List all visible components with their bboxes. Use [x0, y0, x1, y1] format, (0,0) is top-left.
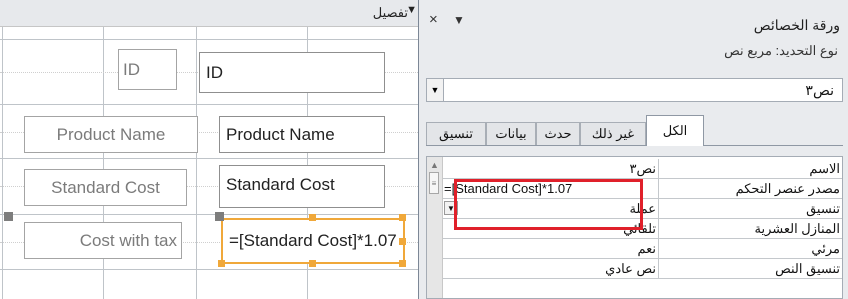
- id-label[interactable]: ID: [118, 49, 177, 90]
- tab-all[interactable]: الكل: [646, 115, 704, 146]
- label-move-handle[interactable]: [4, 212, 13, 221]
- property-name: مصدر عنصر التحكم: [658, 179, 842, 198]
- selected-control-name: نص٣: [805, 82, 834, 98]
- pane-menu-icon[interactable]: ▼: [453, 13, 465, 27]
- property-value[interactable]: نص٣: [443, 159, 659, 178]
- grid-line: [0, 39, 418, 40]
- cost-with-tax-textbox[interactable]: =[Standard Cost]*1.07: [221, 218, 405, 264]
- property-name: المنازل العشرية: [658, 219, 842, 238]
- grid-line: [0, 104, 418, 105]
- property-value[interactable]: نعم: [443, 239, 659, 258]
- tab-event[interactable]: حدث: [536, 122, 580, 145]
- grid-line: [0, 158, 418, 159]
- property-row[interactable]: نعم مرئي: [443, 239, 842, 259]
- property-name: الاسم: [658, 159, 842, 178]
- property-row[interactable]: نص٣ الاسم: [443, 159, 842, 179]
- selection-type-text: نوع التحديد: مربع نص: [724, 43, 838, 58]
- standard-cost-label[interactable]: Standard Cost: [24, 169, 187, 206]
- resize-handle-right[interactable]: [399, 238, 406, 245]
- standard-cost-textbox[interactable]: Standard Cost: [219, 165, 385, 208]
- scroll-up-icon[interactable]: ▲: [430, 160, 439, 170]
- tab-format[interactable]: تنسيق: [426, 122, 486, 145]
- property-name: تنسيق: [658, 199, 842, 218]
- grid-line: [0, 269, 418, 270]
- property-name: تنسيق النص: [658, 259, 842, 278]
- resize-handle-bottom-left[interactable]: [218, 260, 225, 267]
- property-row[interactable]: نص عادي تنسيق النص: [443, 259, 842, 279]
- tab-divider: [426, 145, 843, 146]
- close-icon[interactable]: ×: [429, 11, 438, 28]
- detail-section-bar[interactable]: تفصيل ▼: [0, 0, 418, 27]
- product-name-textbox[interactable]: Product Name: [219, 116, 385, 153]
- property-name: مرئي: [658, 239, 842, 258]
- property-sheet-title: ورقة الخصائص: [753, 17, 840, 33]
- resize-handle-top[interactable]: [309, 214, 316, 221]
- grid-line: [196, 27, 197, 299]
- detail-section-label: تفصيل: [372, 5, 408, 20]
- resize-handle-bottom[interactable]: [309, 260, 316, 267]
- tab-other[interactable]: غير ذلك: [580, 122, 646, 145]
- property-sheet-pane: × ▼ ورقة الخصائص نوع التحديد: مربع نص ▼ …: [418, 0, 848, 299]
- property-value[interactable]: نص عادي: [443, 259, 659, 278]
- grid-line: [0, 214, 418, 215]
- scroll-thumb[interactable]: ≡: [429, 172, 439, 194]
- highlight-box: [454, 179, 643, 230]
- form-design-surface[interactable]: تفصيل ▼ ID ID Product Name Product Name …: [0, 0, 418, 299]
- product-name-label[interactable]: Product Name: [24, 116, 198, 153]
- id-textbox[interactable]: ID: [199, 52, 385, 93]
- arrow-down-icon: ▼: [406, 4, 417, 16]
- chevron-down-icon[interactable]: ▼: [427, 79, 444, 101]
- cost-with-tax-label[interactable]: Cost with tax: [24, 222, 182, 259]
- control-selector-dropdown[interactable]: ▼ نص٣: [426, 78, 843, 102]
- scrollbar[interactable]: ▲ ≡: [427, 157, 443, 298]
- resize-handle-bottom-right[interactable]: [399, 260, 406, 267]
- grid-line: [2, 27, 3, 299]
- textbox-move-handle[interactable]: [215, 212, 224, 221]
- tab-data[interactable]: بيانات: [486, 122, 536, 145]
- resize-handle-top-right[interactable]: [399, 214, 406, 221]
